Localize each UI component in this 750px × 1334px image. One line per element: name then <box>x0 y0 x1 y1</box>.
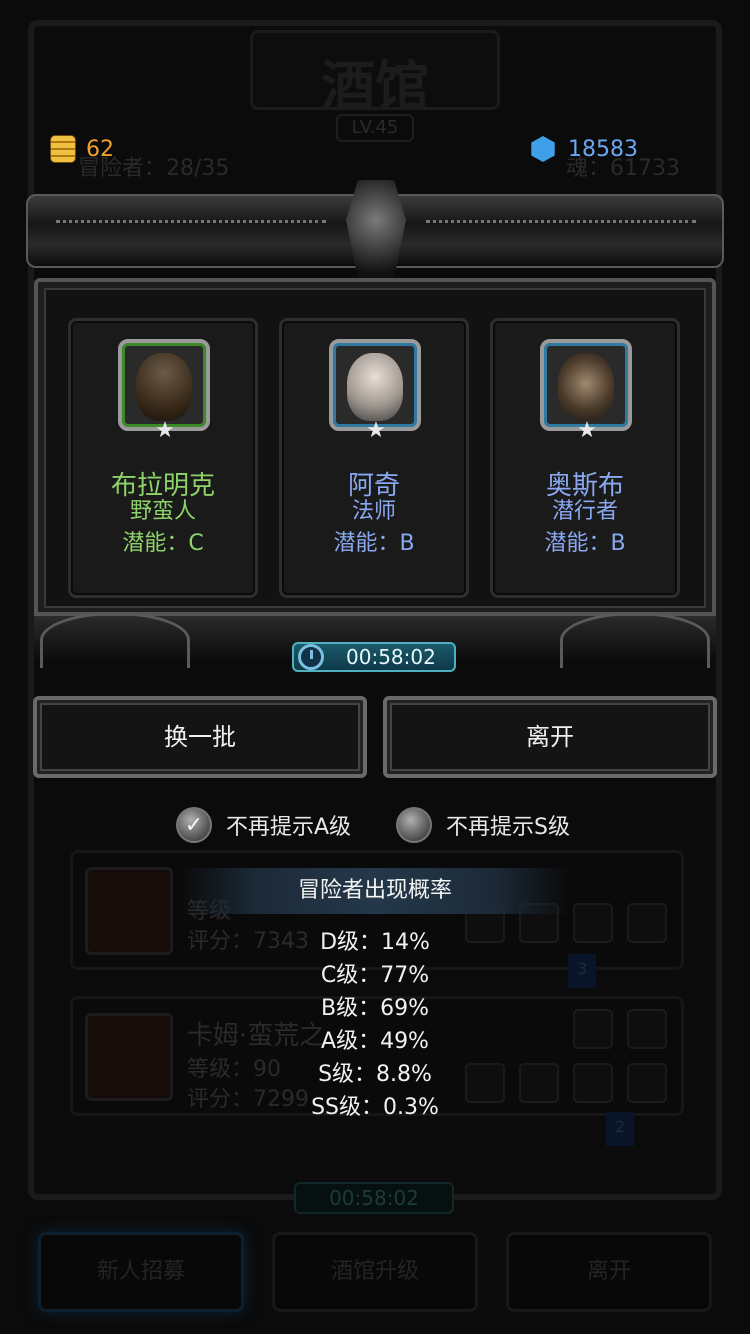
probability-row-a: A级：49% <box>321 1029 429 1054</box>
hero-card[interactable]: ★ 奥斯布 潜行者 潜能：B <box>490 318 680 598</box>
probability-row-b: B级：69% <box>321 996 429 1021</box>
tavern-title: 酒馆 <box>321 54 429 118</box>
portrait-face <box>136 353 192 421</box>
gold-display: 62 <box>50 134 114 164</box>
gold-amount: 62 <box>86 136 114 162</box>
hero-class: 潜行者 <box>551 499 618 524</box>
blue-gem-icon <box>531 136 555 162</box>
gold-coin-stack-icon <box>50 135 76 163</box>
hero-card[interactable]: ★ 阿奇 法师 潜能：B <box>279 318 469 598</box>
probability-row-d: D级：14% <box>320 930 430 955</box>
background-leave-button: 离开 <box>506 1232 712 1312</box>
probability-title: 冒险者出现概率 <box>180 868 570 914</box>
probability-row-c: C级：77% <box>320 963 430 988</box>
gem-amount: 18583 <box>568 136 638 162</box>
skip-a-rank-checkbox[interactable]: ✓ 不再提示A级 <box>176 806 351 844</box>
hero-potential: 潜能：C <box>122 531 204 556</box>
gem-display: 18583 <box>530 134 638 164</box>
refresh-timer: 00:58:02 <box>292 642 456 672</box>
hero-class: 法师 <box>351 499 396 524</box>
skip-s-rank-checkbox[interactable]: 不再提示S级 <box>396 806 570 844</box>
star-icon: ★ <box>366 418 386 443</box>
curl-decoration <box>560 612 710 668</box>
probability-row-ss: SS级：0.3% <box>311 1095 439 1120</box>
portrait-face <box>347 353 403 421</box>
checkbox-label: 不再提示A级 <box>226 815 352 840</box>
timer-value: 00:58:02 <box>346 645 436 669</box>
star-icon: ★ <box>155 418 175 443</box>
portrait-face <box>558 353 614 421</box>
hero-potential: 潜能：B <box>544 531 626 556</box>
modal-ornate-header <box>26 180 724 290</box>
checkbox-label: 不再提示S级 <box>446 815 570 840</box>
curl-decoration <box>40 612 190 668</box>
chain-decoration <box>426 220 696 230</box>
hero-potential: 潜能：B <box>333 531 415 556</box>
tavern-upgrade-button: 酒馆升级 <box>272 1232 478 1312</box>
refresh-button[interactable]: 换一批 <box>33 696 367 778</box>
leave-button[interactable]: 离开 <box>383 696 717 778</box>
hero-class: 野蛮人 <box>129 499 196 524</box>
recruit-button: 新人招募 <box>38 1232 244 1312</box>
chain-decoration <box>56 220 326 230</box>
star-icon: ★ <box>577 418 597 443</box>
unchecked-circle-icon <box>396 807 432 843</box>
checkmark-icon: ✓ <box>176 807 212 843</box>
probability-row-s: S级：8.8% <box>318 1062 432 1087</box>
clock-icon <box>298 644 324 670</box>
hero-card[interactable]: ★ 布拉明克 野蛮人 潜能：C <box>68 318 258 598</box>
skull-icon <box>346 180 406 280</box>
background-timer: 00:58:02 <box>294 1182 454 1214</box>
tavern-level: LV.45 <box>336 114 414 142</box>
